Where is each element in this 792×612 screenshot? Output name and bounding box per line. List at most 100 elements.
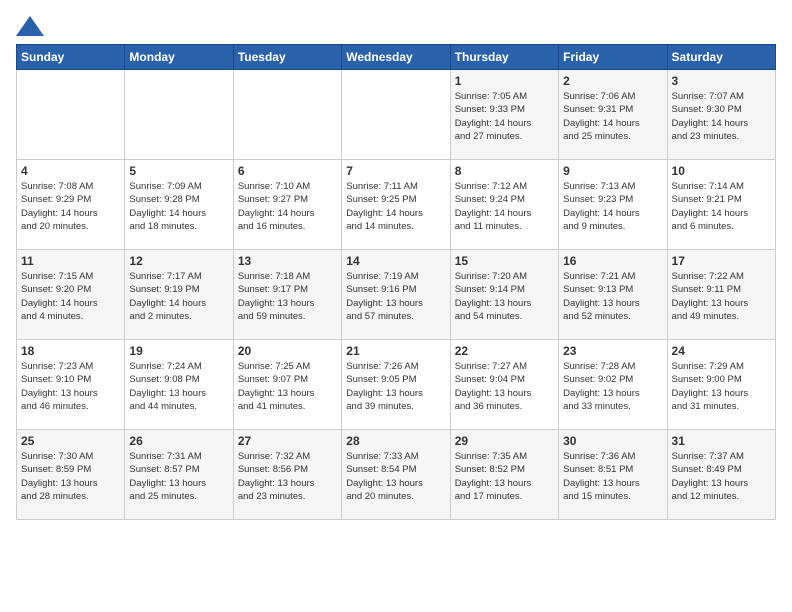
calendar-cell: 5Sunrise: 7:09 AM Sunset: 9:28 PM Daylig… <box>125 160 233 250</box>
day-info: Sunrise: 7:10 AM Sunset: 9:27 PM Dayligh… <box>238 180 337 233</box>
day-info: Sunrise: 7:08 AM Sunset: 9:29 PM Dayligh… <box>21 180 120 233</box>
day-info: Sunrise: 7:07 AM Sunset: 9:30 PM Dayligh… <box>672 90 771 143</box>
calendar-cell: 22 Sunrise: 7:27 AM Sunset: 9:04 PM Dayli… <box>450 340 558 430</box>
day-number: 22 <box>455 344 554 358</box>
day-info: Sunrise: 7:27 AM Sunset: 9:04 PM Dayligh… <box>455 360 554 413</box>
calendar-cell: 26 Sunrise: 7:31 AM Sunset: 8:57 PM Dayli… <box>125 430 233 520</box>
day-number: 7 <box>346 164 445 178</box>
calendar-cell: 29 Sunrise: 7:35 AM Sunset: 8:52 PM Dayli… <box>450 430 558 520</box>
calendar-week-row: 25Sunrise: 7:30 AM Sunset: 8:59 PM Dayli… <box>17 430 776 520</box>
day-number: 15 <box>455 254 554 268</box>
calendar-cell: 12 Sunrise: 7:17 AM Sunset: 9:19 PM Dayli… <box>125 250 233 340</box>
day-info: Sunrise: 7:11 AM Sunset: 9:25 PM Dayligh… <box>346 180 445 233</box>
calendar-cell: 3 Sunrise: 7:07 AM Sunset: 9:30 PM Daylig… <box>667 70 775 160</box>
day-number: 1 <box>455 74 554 88</box>
calendar-cell: 6 Sunrise: 7:10 AM Sunset: 9:27 PM Daylig… <box>233 160 341 250</box>
calendar-cell: 2 Sunrise: 7:06 AM Sunset: 9:31 PM Daylig… <box>559 70 667 160</box>
calendar-cell: 24 Sunrise: 7:29 AM Sunset: 9:00 PM Dayli… <box>667 340 775 430</box>
day-number: 9 <box>563 164 662 178</box>
day-number: 4 <box>21 164 120 178</box>
day-number: 6 <box>238 164 337 178</box>
day-info: Sunrise: 7:21 AM Sunset: 9:13 PM Dayligh… <box>563 270 662 323</box>
calendar-week-row: 1Sunrise: 7:05 AM Sunset: 9:33 PM Daylig… <box>17 70 776 160</box>
header-monday: Monday <box>125 45 233 70</box>
day-info: Sunrise: 7:20 AM Sunset: 9:14 PM Dayligh… <box>455 270 554 323</box>
calendar-cell: 23Sunrise: 7:28 AM Sunset: 9:02 PM Dayli… <box>559 340 667 430</box>
header-sunday: Sunday <box>17 45 125 70</box>
day-number: 23 <box>563 344 662 358</box>
calendar-cell: 31Sunrise: 7:37 AM Sunset: 8:49 PM Dayli… <box>667 430 775 520</box>
calendar-cell: 21Sunrise: 7:26 AM Sunset: 9:05 PM Dayli… <box>342 340 450 430</box>
day-info: Sunrise: 7:35 AM Sunset: 8:52 PM Dayligh… <box>455 450 554 503</box>
calendar-cell: 25Sunrise: 7:30 AM Sunset: 8:59 PM Dayli… <box>17 430 125 520</box>
calendar-cell: 15 Sunrise: 7:20 AM Sunset: 9:14 PM Dayli… <box>450 250 558 340</box>
calendar-cell: 1Sunrise: 7:05 AM Sunset: 9:33 PM Daylig… <box>450 70 558 160</box>
calendar-week-row: 18 Sunrise: 7:23 AM Sunset: 9:10 PM Dayli… <box>17 340 776 430</box>
day-info: Sunrise: 7:14 AM Sunset: 9:21 PM Dayligh… <box>672 180 771 233</box>
day-number: 20 <box>238 344 337 358</box>
calendar-cell: 14 Sunrise: 7:19 AM Sunset: 9:16 PM Dayli… <box>342 250 450 340</box>
calendar-cell: 18 Sunrise: 7:23 AM Sunset: 9:10 PM Dayli… <box>17 340 125 430</box>
calendar-cell <box>125 70 233 160</box>
calendar-cell: 7 Sunrise: 7:11 AM Sunset: 9:25 PM Daylig… <box>342 160 450 250</box>
day-number: 25 <box>21 434 120 448</box>
day-number: 28 <box>346 434 445 448</box>
header-wednesday: Wednesday <box>342 45 450 70</box>
day-info: Sunrise: 7:06 AM Sunset: 9:31 PM Dayligh… <box>563 90 662 143</box>
header-saturday: Saturday <box>667 45 775 70</box>
day-number: 21 <box>346 344 445 358</box>
header-thursday: Thursday <box>450 45 558 70</box>
day-info: Sunrise: 7:24 AM Sunset: 9:08 PM Dayligh… <box>129 360 228 413</box>
calendar-cell: 16 Sunrise: 7:21 AM Sunset: 9:13 PM Dayli… <box>559 250 667 340</box>
header-tuesday: Tuesday <box>233 45 341 70</box>
day-number: 5 <box>129 164 228 178</box>
calendar-cell: 4 Sunrise: 7:08 AM Sunset: 9:29 PM Daylig… <box>17 160 125 250</box>
calendar-cell: 27Sunrise: 7:32 AM Sunset: 8:56 PM Dayli… <box>233 430 341 520</box>
day-number: 3 <box>672 74 771 88</box>
day-info: Sunrise: 7:15 AM Sunset: 9:20 PM Dayligh… <box>21 270 120 323</box>
day-number: 26 <box>129 434 228 448</box>
calendar-week-row: 11Sunrise: 7:15 AM Sunset: 9:20 PM Dayli… <box>17 250 776 340</box>
day-number: 14 <box>346 254 445 268</box>
calendar-cell: 9 Sunrise: 7:13 AM Sunset: 9:23 PM Daylig… <box>559 160 667 250</box>
day-number: 13 <box>238 254 337 268</box>
day-info: Sunrise: 7:36 AM Sunset: 8:51 PM Dayligh… <box>563 450 662 503</box>
day-info: Sunrise: 7:22 AM Sunset: 9:11 PM Dayligh… <box>672 270 771 323</box>
day-number: 12 <box>129 254 228 268</box>
calendar-cell: 10 Sunrise: 7:14 AM Sunset: 9:21 PM Dayli… <box>667 160 775 250</box>
calendar-cell: 20Sunrise: 7:25 AM Sunset: 9:07 PM Dayli… <box>233 340 341 430</box>
calendar-cell: 19 Sunrise: 7:24 AM Sunset: 9:08 PM Dayli… <box>125 340 233 430</box>
calendar-cell <box>342 70 450 160</box>
day-number: 16 <box>563 254 662 268</box>
day-info: Sunrise: 7:29 AM Sunset: 9:00 PM Dayligh… <box>672 360 771 413</box>
day-info: Sunrise: 7:12 AM Sunset: 9:24 PM Dayligh… <box>455 180 554 233</box>
day-number: 30 <box>563 434 662 448</box>
day-number: 17 <box>672 254 771 268</box>
day-info: Sunrise: 7:31 AM Sunset: 8:57 PM Dayligh… <box>129 450 228 503</box>
calendar-cell: 30 Sunrise: 7:36 AM Sunset: 8:51 PM Dayli… <box>559 430 667 520</box>
calendar-cell: 17 Sunrise: 7:22 AM Sunset: 9:11 PM Dayli… <box>667 250 775 340</box>
day-info: Sunrise: 7:37 AM Sunset: 8:49 PM Dayligh… <box>672 450 771 503</box>
day-number: 18 <box>21 344 120 358</box>
calendar-cell: 8 Sunrise: 7:12 AM Sunset: 9:24 PM Daylig… <box>450 160 558 250</box>
logo <box>16 16 48 36</box>
day-info: Sunrise: 7:23 AM Sunset: 9:10 PM Dayligh… <box>21 360 120 413</box>
day-info: Sunrise: 7:13 AM Sunset: 9:23 PM Dayligh… <box>563 180 662 233</box>
day-info: Sunrise: 7:17 AM Sunset: 9:19 PM Dayligh… <box>129 270 228 323</box>
day-info: Sunrise: 7:18 AM Sunset: 9:17 PM Dayligh… <box>238 270 337 323</box>
day-info: Sunrise: 7:19 AM Sunset: 9:16 PM Dayligh… <box>346 270 445 323</box>
day-number: 24 <box>672 344 771 358</box>
day-number: 10 <box>672 164 771 178</box>
header <box>16 16 776 36</box>
logo-icon <box>16 16 44 36</box>
day-number: 19 <box>129 344 228 358</box>
day-number: 8 <box>455 164 554 178</box>
day-info: Sunrise: 7:33 AM Sunset: 8:54 PM Dayligh… <box>346 450 445 503</box>
day-number: 29 <box>455 434 554 448</box>
header-friday: Friday <box>559 45 667 70</box>
calendar-header-row: SundayMondayTuesdayWednesdayThursdayFrid… <box>17 45 776 70</box>
calendar-cell: 11Sunrise: 7:15 AM Sunset: 9:20 PM Dayli… <box>17 250 125 340</box>
day-number: 27 <box>238 434 337 448</box>
day-number: 2 <box>563 74 662 88</box>
calendar-week-row: 4 Sunrise: 7:08 AM Sunset: 9:29 PM Daylig… <box>17 160 776 250</box>
